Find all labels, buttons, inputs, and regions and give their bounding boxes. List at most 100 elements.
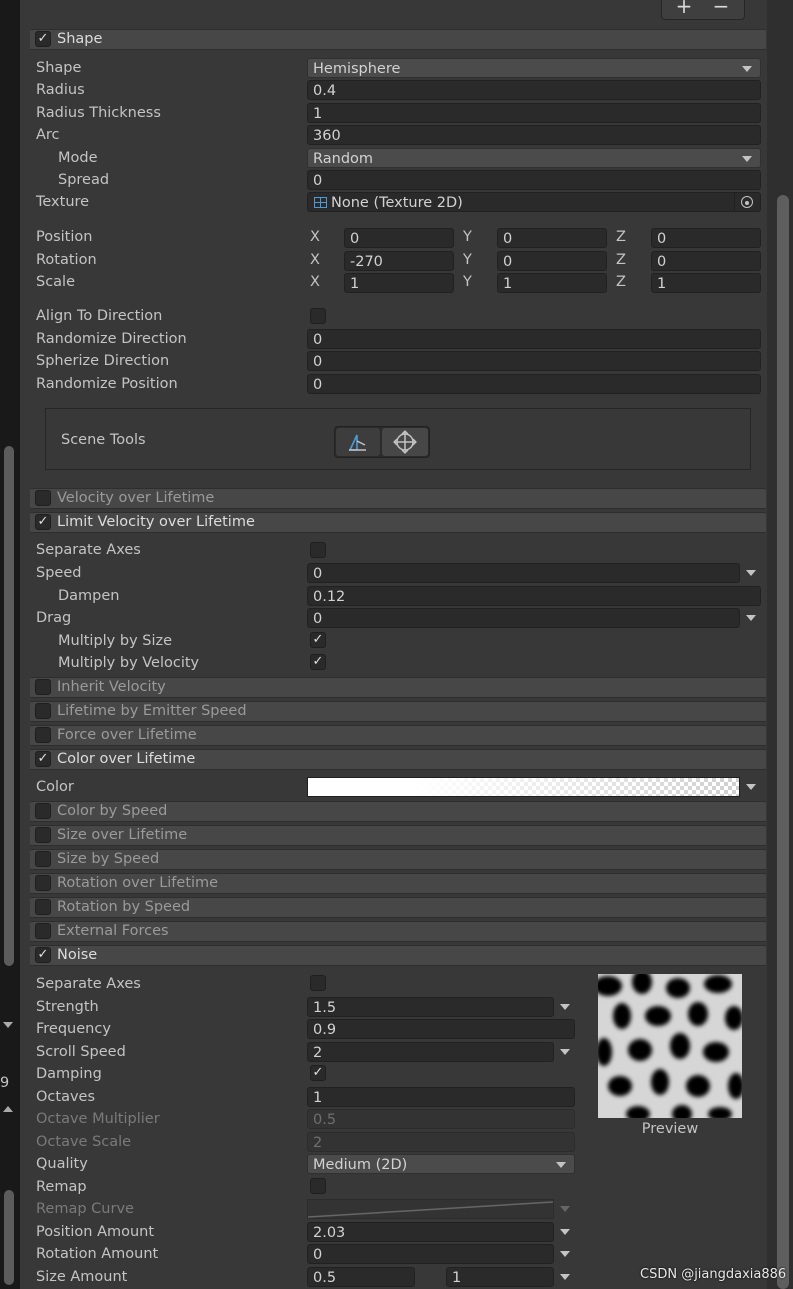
left-gutter-scroll-down-icon[interactable] [3,1022,13,1028]
left-gutter-scrollbar[interactable] [4,446,14,966]
scale-x-field[interactable]: 1 [344,273,454,293]
noise-octaves-field[interactable]: 1 [307,1087,575,1107]
lv-dampen-field[interactable]: 0.12 [307,586,761,606]
align-to-direction-checkbox[interactable] [310,308,326,324]
noise-scroll-speed-mode-chevron-icon[interactable] [560,1049,570,1055]
position-z-field[interactable]: 0 [651,228,761,248]
position-y-field[interactable]: 0 [497,228,607,248]
rotation-x-field[interactable]: -270 [344,251,454,271]
noise-separate-axes-checkbox[interactable] [310,975,326,991]
shape-dropdown[interactable]: Hemisphere [307,58,761,78]
remove-button[interactable]: − [709,0,733,18]
lv-dampen-label: Dampen [58,588,120,604]
left-gutter-scroll-up-icon[interactable] [3,1106,13,1112]
inspector-scrollbar-thumb[interactable] [777,195,789,1289]
noise-scroll-speed-field[interactable]: 2 [307,1042,554,1062]
module-header-external-forces[interactable]: External Forces [30,921,766,942]
module-enable-checkbox[interactable] [35,875,51,891]
col-color-label: Color [36,779,74,795]
module-header-color-by-speed[interactable]: Color by Speed [30,801,766,822]
lv-multiply-by-velocity-checkbox[interactable]: ✓ [310,654,326,670]
noise-rotation-amount-mode-chevron-icon[interactable] [560,1251,570,1257]
module-enable-checkbox[interactable]: ✓ [35,751,51,767]
lv-speed-mode-chevron-icon[interactable] [746,570,756,576]
noise-size-amount-max-field[interactable]: 1 [446,1267,554,1287]
module-header-rotation-over-lifetime[interactable]: Rotation over Lifetime [30,873,766,894]
module-enable-checkbox[interactable]: ✓ [35,514,51,530]
edit-shape-button[interactable] [336,428,380,456]
left-gutter-scrollbar-lower[interactable] [4,1190,14,1285]
arc-field[interactable]: 360 [307,125,761,145]
noise-size-amount-min-field[interactable]: 0.5 [307,1267,415,1287]
col-gradient-mode-chevron-icon[interactable] [746,784,756,790]
lv-drag-field[interactable]: 0 [307,608,740,628]
module-enable-checkbox[interactable]: ✓ [35,947,51,963]
noise-strength-mode-chevron-icon[interactable] [560,1004,570,1010]
module-title: Force over Lifetime [57,727,197,743]
position-z-label: Z [616,229,626,245]
radius-thickness-label: Radius Thickness [36,105,161,121]
position-x-field[interactable]: 0 [344,228,454,248]
transform-shape-button[interactable] [382,428,428,456]
module-header-size-over-lifetime[interactable]: Size over Lifetime [30,825,766,846]
scale-y-field[interactable]: 1 [497,273,607,293]
module-header-force-over-lifetime[interactable]: Force over Lifetime [30,725,766,746]
lv-multiply-by-size-checkbox[interactable]: ✓ [310,632,326,648]
module-enable-checkbox[interactable] [35,679,51,695]
module-header-velocity-over-lifetime[interactable]: Velocity over Lifetime [30,488,766,509]
module-enable-checkbox[interactable] [35,803,51,819]
noise-scroll-speed-label: Scroll Speed [36,1044,126,1060]
spherize-direction-field[interactable]: 0 [307,351,761,371]
randomize-position-field[interactable]: 0 [307,374,761,394]
scale-z-field[interactable]: 1 [651,273,761,293]
chevron-down-icon [556,1162,566,1168]
module-header-color-over-lifetime[interactable]: ✓ Color over Lifetime [30,749,766,770]
noise-size-amount-mode-chevron-icon[interactable] [560,1274,570,1280]
lv-speed-field[interactable]: 0 [307,563,740,583]
noise-frequency-field[interactable]: 0.9 [307,1019,575,1039]
module-enable-checkbox[interactable] [35,851,51,867]
texture-field[interactable]: None (Texture 2D) [307,192,761,212]
module-enable-checkbox[interactable] [35,827,51,843]
noise-position-amount-mode-chevron-icon[interactable] [560,1229,570,1235]
spread-label: Spread [58,172,110,188]
module-enable-checkbox[interactable]: ✓ [35,31,51,47]
module-header-noise[interactable]: ✓ Noise [30,945,766,966]
add-button[interactable]: + [672,0,696,18]
module-enable-checkbox[interactable] [35,490,51,506]
noise-remap-checkbox[interactable] [310,1178,326,1194]
rotation-y-field[interactable]: 0 [497,251,607,271]
noise-position-amount-field[interactable]: 2.03 [307,1222,554,1242]
module-header-size-by-speed[interactable]: Size by Speed [30,849,766,870]
module-enable-checkbox[interactable] [35,923,51,939]
noise-preview-image [598,974,742,1118]
noise-rotation-amount-field[interactable]: 0 [307,1244,554,1264]
module-header-rotation-by-speed[interactable]: Rotation by Speed [30,897,766,918]
lv-drag-mode-chevron-icon[interactable] [746,615,756,621]
module-header-limit-velocity-over-lifetime[interactable]: ✓ Limit Velocity over Lifetime [30,512,766,533]
module-header-shape[interactable]: ✓ Shape [30,29,766,50]
module-enable-checkbox[interactable] [35,899,51,915]
noise-quality-label: Quality [36,1156,88,1172]
rotation-z-field[interactable]: 0 [651,251,761,271]
module-enable-checkbox[interactable] [35,727,51,743]
noise-quality-dropdown[interactable]: Medium (2D) [307,1154,575,1174]
noise-damping-checkbox[interactable]: ✓ [310,1065,326,1081]
randomize-direction-field[interactable]: 0 [307,329,761,349]
module-header-lifetime-by-emitter-speed[interactable]: Lifetime by Emitter Speed [30,701,766,722]
lv-separate-axes-checkbox[interactable] [310,542,326,558]
rotation-x-label: X [310,252,320,268]
mode-label: Mode [58,150,98,166]
col-gradient-field[interactable] [307,777,740,797]
module-header-inherit-velocity[interactable]: Inherit Velocity [30,677,766,698]
noise-remap-curve-field [307,1199,554,1219]
mode-dropdown[interactable]: Random [307,148,761,168]
module-enable-checkbox[interactable] [35,703,51,719]
lv-speed-label: Speed [36,565,82,581]
noise-strength-field[interactable]: 1.5 [307,997,554,1017]
scale-z-label: Z [616,274,626,290]
radius-field[interactable]: 0.4 [307,80,761,100]
radius-thickness-field[interactable]: 1 [307,103,761,123]
spread-field[interactable]: 0 [307,170,761,190]
curve-preview-icon [307,1201,554,1218]
